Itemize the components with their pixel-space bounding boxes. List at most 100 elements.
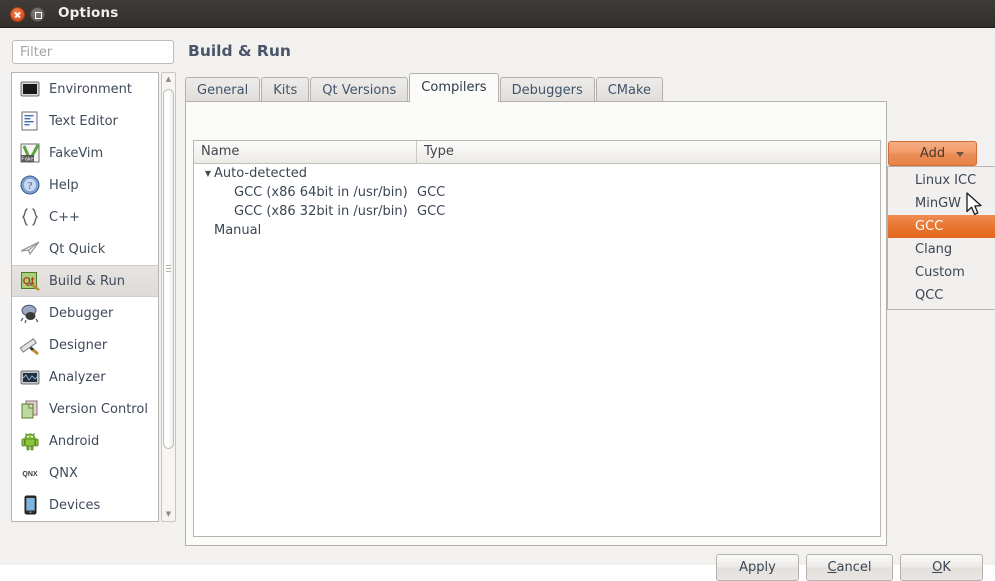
tree-row-name: GCC (x86 32bit in /usr/bin) <box>194 202 417 221</box>
close-icon[interactable] <box>10 7 25 22</box>
tree-row[interactable]: Manual <box>194 221 880 240</box>
tree-row-type <box>417 164 880 183</box>
sidebar-item-label: Designer <box>49 337 108 353</box>
fakevim-icon: Fake <box>19 142 41 164</box>
add-button-label: Add <box>919 146 946 161</box>
tab-kits[interactable]: Kits <box>261 77 310 102</box>
sidebar-item-debugger[interactable]: Debugger <box>12 297 158 329</box>
tab-qt-versions[interactable]: Qt Versions <box>310 77 409 102</box>
sidebar-item-text-editor[interactable]: Text Editor <box>12 105 158 137</box>
tree-row-type <box>417 221 880 240</box>
tree-row[interactable]: GCC (x86 64bit in /usr/bin) GCC <box>194 183 880 202</box>
options-dialog: Build & Run EnvironmentText EditorFakeFa… <box>0 28 995 581</box>
menu-item-qcc[interactable]: QCC <box>888 284 995 307</box>
android-icon <box>21 433 39 451</box>
bug-icon <box>19 302 41 324</box>
help-question-icon: ? <box>20 175 40 195</box>
svg-text:Fake: Fake <box>21 157 33 163</box>
menu-item-custom[interactable]: Custom <box>888 261 995 284</box>
sidebar-item-label: Environment <box>49 81 133 97</box>
menu-item-linux-icc[interactable]: Linux ICC <box>888 169 995 192</box>
sidebar-item-environment[interactable]: Environment <box>12 73 158 105</box>
sidebar-item-android[interactable]: Android <box>12 425 158 457</box>
maximize-icon[interactable] <box>30 7 45 22</box>
sidebar-item-label: Build & Run <box>49 273 125 289</box>
monitor-icon <box>20 81 40 97</box>
sidebar-item-help[interactable]: ? Help <box>12 169 158 201</box>
device-phone-icon <box>24 495 37 515</box>
sidebar-item-label: Devices <box>49 497 101 513</box>
tree-row-name-text: Manual <box>214 223 262 238</box>
chevron-down-icon[interactable]: ▼ <box>162 508 175 521</box>
menu-item-mingw[interactable]: MinGW <box>888 192 995 215</box>
column-header-type[interactable]: Type <box>417 141 880 163</box>
menu-item-gcc[interactable]: GCC <box>888 215 995 238</box>
menu-item-clang[interactable]: Clang <box>888 238 995 261</box>
apply-button-label: Apply <box>739 560 776 575</box>
monitor-icon <box>19 78 41 100</box>
sidebar-item-build-run[interactable]: Qt Build & Run <box>12 265 158 297</box>
compilers-tree[interactable]: Name Type ▼ Auto-detected GCC (x86 64bit i… <box>193 140 881 537</box>
tab-cmake[interactable]: CMake <box>595 77 664 102</box>
tree-row-name: ▼ Auto-detected <box>194 164 417 183</box>
sidebar-item-qt-quick[interactable]: Qt Quick <box>12 233 158 265</box>
search-input[interactable] <box>12 40 174 64</box>
sidebar-item-analyzer[interactable]: Analyzer <box>12 361 158 393</box>
tree-row-type: GCC <box>417 185 446 200</box>
tree-row-type: GCC <box>417 204 446 219</box>
chevron-down-icon <box>956 152 964 157</box>
cancel-button-label: ancel <box>836 560 872 575</box>
window-titlebar: Options <box>0 0 995 28</box>
tree-row-name-text: Auto-detected <box>214 166 307 181</box>
tree-row-name-text: GCC (x86 64bit in /usr/bin) <box>234 185 408 200</box>
sidebar-item-c[interactable]: C++ <box>12 201 158 233</box>
window-title: Options <box>58 5 119 21</box>
sidebar-item-fakevim[interactable]: Fake FakeVim <box>12 137 158 169</box>
text-editor-icon <box>19 110 41 132</box>
tab-general[interactable]: General <box>185 77 261 102</box>
scrollbar-thumb[interactable] <box>163 89 174 449</box>
tab-compilers[interactable]: Compilers <box>409 73 499 102</box>
tree-row[interactable]: ▼ Auto-detected <box>194 164 880 183</box>
sidebar-item-label: FakeVim <box>49 145 104 161</box>
ok-button[interactable]: OK <box>900 554 983 581</box>
category-sidebar[interactable]: Environment Text Editor Fake FakeVim? Help C+… <box>11 72 159 522</box>
ruler-pencil-icon <box>19 334 41 356</box>
apply-button[interactable]: Apply <box>716 554 799 581</box>
svg-text:QNX: QNX <box>22 471 38 478</box>
cancel-button[interactable]: Cancel <box>806 554 893 581</box>
tree-body: ▼ Auto-detected GCC (x86 64bit in /usr/bin… <box>194 164 880 240</box>
column-header-name[interactable]: Name <box>194 141 417 163</box>
tab-debuggers[interactable]: Debuggers <box>499 77 595 102</box>
text-editor-icon <box>21 111 38 131</box>
scrollbar-grip-icon <box>166 265 171 273</box>
sidebar-item-label: Debugger <box>49 305 114 321</box>
expander-triangle-icon[interactable]: ▼ <box>202 164 214 183</box>
sidebar-item-label: Help <box>49 177 79 193</box>
chevron-up-icon[interactable]: ▲ <box>162 73 175 86</box>
device-phone-icon <box>19 494 41 516</box>
fakevim-icon: Fake <box>20 143 40 164</box>
sidebar-scrollbar[interactable]: ▲ ▼ <box>161 72 176 522</box>
sidebar-item-label: QNX <box>49 465 78 481</box>
add-button[interactable]: Add <box>888 141 977 166</box>
sidebar-item-version-control[interactable]: Version Control <box>12 393 158 425</box>
sidebar-item-label: Analyzer <box>49 369 106 385</box>
sidebar-item-qnx[interactable]: QNX QNX <box>12 457 158 489</box>
ok-mnemonic: O <box>932 560 943 575</box>
oscilloscope-icon <box>20 370 40 385</box>
sidebar-item-label: C++ <box>49 209 80 225</box>
paper-plane-icon <box>20 241 40 256</box>
settings-tabs[interactable]: General Kits Qt Versions Compilers Debuggers… <box>185 73 664 102</box>
sidebar-item-label: Version Control <box>49 401 148 417</box>
tree-row-name-text: GCC (x86 32bit in /usr/bin) <box>234 204 408 219</box>
paper-plane-icon <box>19 238 41 260</box>
sidebar-item-devices[interactable]: Devices <box>12 489 158 521</box>
qnx-icon: QNX <box>22 471 38 478</box>
tree-row[interactable]: GCC (x86 32bit in /usr/bin) GCC <box>194 202 880 221</box>
sidebar-item-label: Android <box>49 433 100 449</box>
qt-build-icon: Qt <box>21 272 40 291</box>
add-compiler-menu[interactable]: Linux ICC MinGW GCC Clang Custom QCC <box>887 166 995 310</box>
sidebar-item-designer[interactable]: Designer <box>12 329 158 361</box>
documents-icon <box>19 398 41 420</box>
